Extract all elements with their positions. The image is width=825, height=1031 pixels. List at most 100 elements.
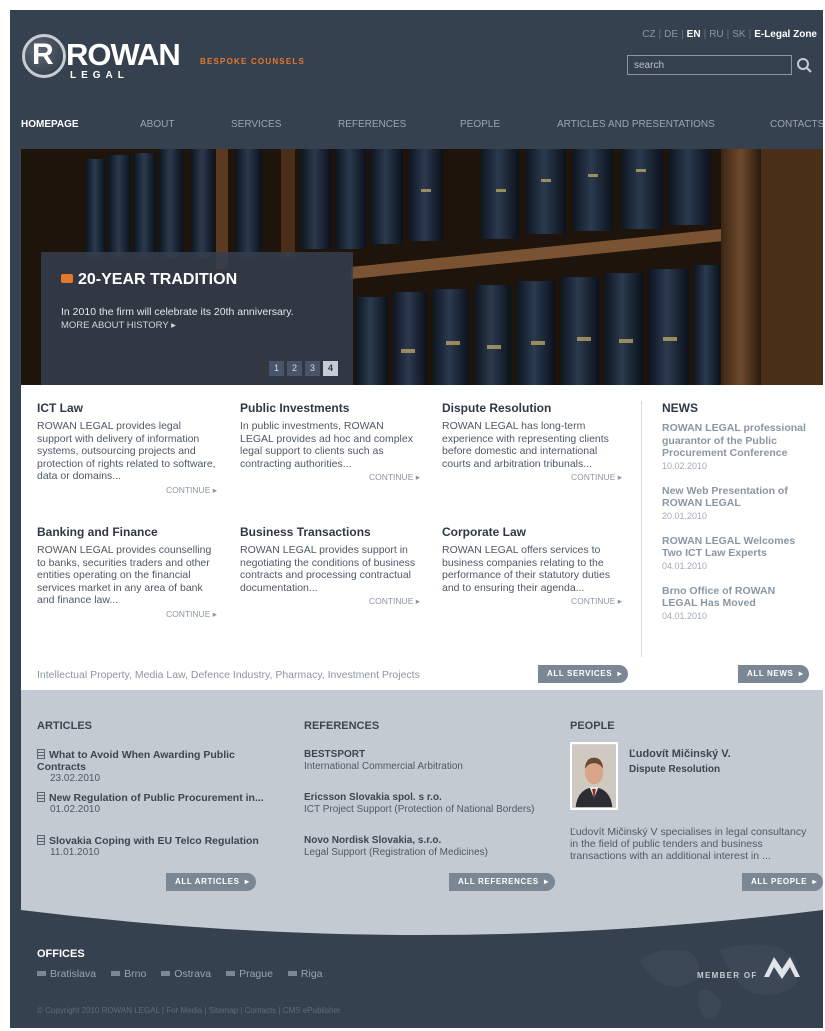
all-references-button[interactable]: ALL REFERENCES xyxy=(449,873,555,891)
document-icon xyxy=(37,749,45,759)
all-services-button[interactable]: ALL SERVICES xyxy=(538,665,629,683)
continue-link[interactable]: CONTINUE ▸ xyxy=(240,472,420,483)
office-prague[interactable]: Prague xyxy=(226,968,273,980)
reference-item[interactable]: Novo Nordisk Slovakia, s.r.o. Legal Supp… xyxy=(304,835,544,859)
service-corporate-law: Corporate Law ROWAN LEGAL offers service… xyxy=(442,525,622,607)
reference-item[interactable]: Ericsson Slovakia spol. s r.o. ICT Proje… xyxy=(304,792,544,816)
service-title[interactable]: Corporate Law xyxy=(442,525,622,539)
article-title-row[interactable]: New Regulation of Public Procurement in.… xyxy=(37,792,277,804)
office-ostrava[interactable]: Ostrava xyxy=(161,968,211,980)
search-icon[interactable] xyxy=(794,55,814,75)
hero-banner: 20-YEAR TRADITION In 2010 the firm will … xyxy=(21,149,823,385)
reference-title[interactable]: Novo Nordisk Slovakia, s.r.o. xyxy=(304,835,544,847)
article-title-row[interactable]: What to Avoid When Awarding Public Contr… xyxy=(37,749,277,773)
all-articles-button[interactable]: ALL ARTICLES xyxy=(166,873,256,891)
continue-link[interactable]: CONTINUE ▸ xyxy=(37,485,217,496)
service-text: In public investments, ROWAN LEGAL provi… xyxy=(240,420,413,470)
member-of-label: MEMBER OF xyxy=(697,971,758,980)
pager-3[interactable]: 3 xyxy=(305,361,320,376)
lang-cz[interactable]: CZ xyxy=(642,29,655,40)
service-banking-finance: Banking and Finance ROWAN LEGAL provides… xyxy=(37,525,217,620)
news-date: 04.01.2010 xyxy=(662,560,708,571)
article-item[interactable]: New Regulation of Public Procurement in.… xyxy=(37,792,277,815)
lang-sk[interactable]: SK xyxy=(732,29,745,40)
article-title[interactable]: What to Avoid When Awarding Public Contr… xyxy=(37,749,235,773)
hero-more-link[interactable]: MORE ABOUT HISTORY ▸ xyxy=(61,320,176,331)
service-text: ROWAN LEGAL provides counselling to bank… xyxy=(37,544,212,606)
article-item[interactable]: Slovakia Coping with EU Telco Regulation… xyxy=(37,835,277,858)
continue-link[interactable]: CONTINUE ▸ xyxy=(240,596,420,607)
nav-references[interactable]: REFERENCES xyxy=(338,119,406,130)
service-title[interactable]: Banking and Finance xyxy=(37,525,217,539)
service-text: ROWAN LEGAL provides legal support with … xyxy=(37,420,216,482)
nav-services[interactable]: SERVICES xyxy=(231,119,281,130)
lang-ru[interactable]: RU xyxy=(709,29,723,40)
orange-bullet-icon xyxy=(61,274,73,283)
e-legal-zone-link[interactable]: E-Legal Zone xyxy=(754,29,817,40)
search-input[interactable] xyxy=(627,55,792,75)
person-bio: Ľudovít Mičinský V specialises in legal … xyxy=(570,826,807,862)
pager-4[interactable]: 4 xyxy=(323,361,338,376)
news-column: NEWS ROWAN LEGAL professional guarantor … xyxy=(662,401,812,635)
service-ict-law: ICT Law ROWAN LEGAL provides legal suppo… xyxy=(37,401,217,496)
service-title[interactable]: Business Transactions xyxy=(240,525,420,539)
lang-de[interactable]: DE xyxy=(664,29,678,40)
service-dispute-resolution: Dispute Resolution ROWAN LEGAL has long-… xyxy=(442,401,622,483)
news-item[interactable]: ROWAN LEGAL Welcomes Two ICT Law Experts… xyxy=(662,535,812,571)
news-date: 10.02.2010 xyxy=(662,460,708,471)
service-title[interactable]: Public Investments xyxy=(240,401,420,415)
pager-2[interactable]: 2 xyxy=(287,361,302,376)
nav-about[interactable]: ABOUT xyxy=(140,119,174,130)
news-divider xyxy=(641,401,642,657)
offices-list: Bratislava Brno Ostrava Prague Riga xyxy=(37,968,338,980)
service-public-investments: Public Investments In public investments… xyxy=(240,401,420,483)
nav-articles-presentations[interactable]: ARTICLES AND PRESENTATIONS xyxy=(557,119,715,130)
continue-link[interactable]: CONTINUE ▸ xyxy=(37,609,217,620)
lang-separator: | xyxy=(681,29,684,40)
news-item[interactable]: New Web Presentation of ROWAN LEGAL 20.0… xyxy=(662,485,812,521)
news-title[interactable]: Brno Office of ROWAN LEGAL Has Moved xyxy=(662,585,812,610)
news-title[interactable]: ROWAN LEGAL professional guarantor of th… xyxy=(662,422,812,460)
lang-en[interactable]: EN xyxy=(687,29,701,40)
tagline: BESPOKE COUNSELS xyxy=(200,57,305,66)
office-bratislava[interactable]: Bratislava xyxy=(37,968,96,980)
reference-item[interactable]: BESTSPORT International Commercial Arbit… xyxy=(304,749,544,773)
news-item[interactable]: ROWAN LEGAL professional guarantor of th… xyxy=(662,422,812,471)
article-title[interactable]: New Regulation of Public Procurement in.… xyxy=(49,792,264,804)
all-news-button[interactable]: ALL NEWS xyxy=(738,665,810,683)
service-title[interactable]: ICT Law xyxy=(37,401,217,415)
nav-homepage[interactable]: HOMEPAGE xyxy=(21,119,79,130)
article-title[interactable]: Slovakia Coping with EU Telco Regulation xyxy=(49,835,259,847)
pager-1[interactable]: 1 xyxy=(269,361,284,376)
rowan-legal-logo[interactable]: R ROWAN LEGAL xyxy=(22,34,187,86)
person-photo[interactable] xyxy=(570,742,618,810)
news-item[interactable]: Brno Office of ROWAN LEGAL Has Moved 04.… xyxy=(662,585,812,621)
reference-title[interactable]: Ericsson Slovakia spol. s r.o. xyxy=(304,792,544,804)
continue-link[interactable]: CONTINUE ▸ xyxy=(442,596,622,607)
hero-title-row: 20-YEAR TRADITION xyxy=(61,271,237,289)
article-title-row[interactable]: Slovakia Coping with EU Telco Regulation xyxy=(37,835,277,847)
person-name[interactable]: Ľudovít Mičinský V. xyxy=(629,748,731,760)
logo-word: ROWAN xyxy=(66,37,181,72)
all-people-button[interactable]: ALL PEOPLE xyxy=(742,873,823,891)
office-brno[interactable]: Brno xyxy=(111,968,146,980)
news-title[interactable]: ROWAN LEGAL Welcomes Two ICT Law Experts xyxy=(662,535,812,560)
news-date: 20.01.2010 xyxy=(662,510,708,521)
service-tags[interactable]: Intellectual Property, Media Law, Defenc… xyxy=(37,669,420,681)
people-heading: PEOPLE xyxy=(570,720,615,732)
nav-people[interactable]: PEOPLE xyxy=(460,119,500,130)
copyright-line[interactable]: © Copyright 2010 ROWAN LEGAL | For Media… xyxy=(37,1006,341,1015)
multilaw-logo[interactable] xyxy=(762,949,802,983)
article-date: 11.01.2010 xyxy=(50,847,100,858)
news-heading: NEWS xyxy=(662,401,698,415)
news-title[interactable]: New Web Presentation of ROWAN LEGAL xyxy=(662,485,812,510)
office-riga[interactable]: Riga xyxy=(288,968,323,980)
reference-title[interactable]: BESTSPORT xyxy=(304,749,544,761)
nav-contacts[interactable]: CONTACTS xyxy=(770,119,823,130)
continue-link[interactable]: CONTINUE ▸ xyxy=(442,472,622,483)
service-title[interactable]: Dispute Resolution xyxy=(442,401,622,415)
hero-text: In 2010 the firm will celebrate its 20th… xyxy=(61,306,294,318)
article-item[interactable]: What to Avoid When Awarding Public Contr… xyxy=(37,749,277,784)
document-icon xyxy=(37,835,45,845)
service-text: ROWAN LEGAL has long-term experience wit… xyxy=(442,420,609,470)
